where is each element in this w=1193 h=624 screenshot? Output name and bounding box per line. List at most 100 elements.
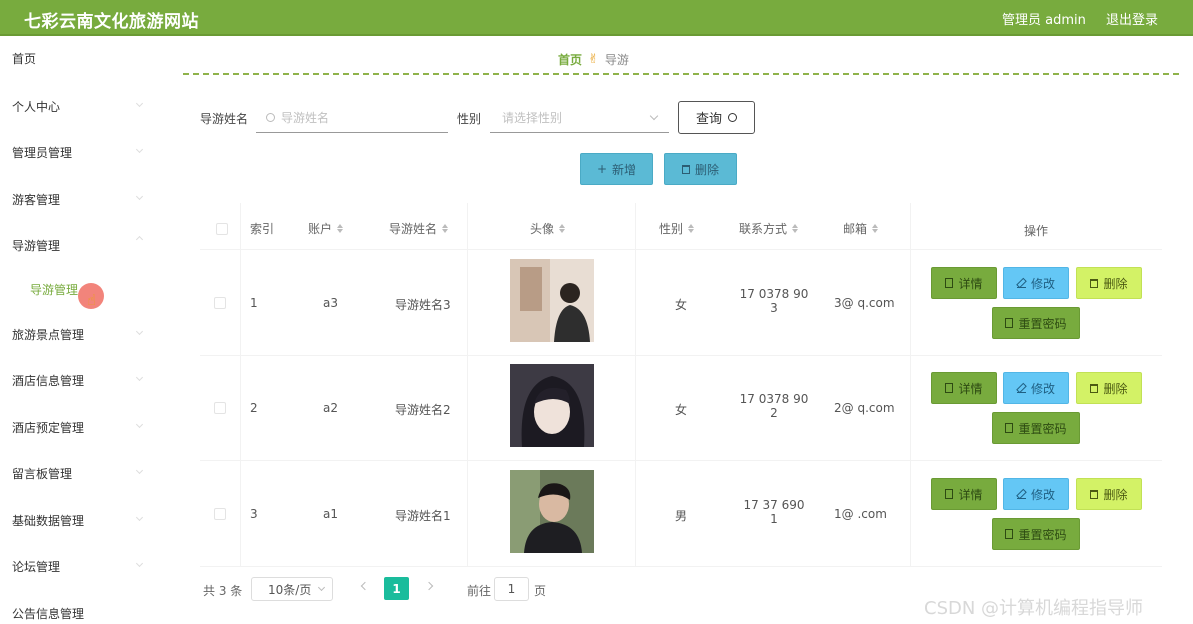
logout-link[interactable]: 退出登录 <box>1106 9 1158 28</box>
sidebar-item-notice-management[interactable]: 公告信息管理 <box>12 605 84 622</box>
chevron-down-icon <box>135 420 144 429</box>
col-account[interactable]: 账户 <box>308 220 344 237</box>
col-email[interactable]: 邮箱 <box>843 220 879 237</box>
col-gender[interactable]: 性别 <box>659 220 695 237</box>
next-page-icon[interactable] <box>424 581 434 591</box>
row-checkbox[interactable] <box>214 402 226 414</box>
sidebar-item-scenic-spot-management[interactable]: 旅游景点管理 <box>12 326 84 343</box>
reset-password-button[interactable]: 重置密码 <box>992 412 1080 444</box>
delete-button[interactable]: 删除 <box>1076 372 1142 404</box>
detail-button[interactable]: 详情 <box>931 478 997 510</box>
sidebar-item-forum-management[interactable]: 论坛管理 <box>12 558 60 575</box>
col-guide-name[interactable]: 导游姓名 <box>389 220 449 237</box>
avatar <box>510 259 594 342</box>
edit-button-label: 修改 <box>1030 487 1055 502</box>
goto-page-input[interactable] <box>494 577 529 601</box>
chevron-down-icon <box>135 99 144 108</box>
row-phone-line1: 17 0378 90 <box>739 287 809 301</box>
header-divider <box>200 249 1162 250</box>
sort-icon <box>872 224 879 233</box>
breadcrumb-home[interactable]: 首页 <box>558 51 582 68</box>
detail-button-label: 详情 <box>958 487 983 502</box>
gender-select[interactable]: 请选择性别 <box>490 103 669 133</box>
reset-password-button[interactable]: 重置密码 <box>992 307 1080 339</box>
chevron-up-icon <box>135 235 144 244</box>
page-size-select[interactable]: 10条/页 <box>251 577 333 601</box>
avatar <box>510 470 594 553</box>
reset-password-label: 重置密码 <box>1018 421 1067 436</box>
chevron-down-icon <box>135 145 144 154</box>
batch-delete-button[interactable]: 删除 <box>664 153 737 185</box>
delete-button[interactable]: 删除 <box>1076 267 1142 299</box>
detail-button[interactable]: 详情 <box>931 267 997 299</box>
col-avatar[interactable]: 头像 <box>530 220 566 237</box>
sidebar-item-admin-management[interactable]: 管理员管理 <box>12 144 72 161</box>
add-button[interactable]: + 新增 <box>580 153 653 185</box>
row-guide-name: 导游姓名1 <box>395 509 451 523</box>
row-index: 2 <box>250 401 258 415</box>
row-phone-line1: 17 0378 90 <box>739 392 809 406</box>
col-phone[interactable]: 联系方式 <box>739 220 799 237</box>
row-checkbox[interactable] <box>214 508 226 520</box>
chevron-down-icon <box>135 192 144 201</box>
col-actions-label: 操作 <box>1024 224 1049 238</box>
document-icon <box>945 489 954 499</box>
sidebar: 首页 个人中心 管理员管理 游客管理 导游管理 导游管理 旅游景点管理 酒店信息… <box>0 36 155 624</box>
trash-icon <box>1090 489 1099 499</box>
delete-button[interactable]: 删除 <box>1076 478 1142 510</box>
sidebar-item-hotel-booking-management[interactable]: 酒店预定管理 <box>12 419 84 436</box>
row-checkbox[interactable] <box>214 297 226 309</box>
sidebar-item-guide-management[interactable]: 导游管理 <box>12 237 60 254</box>
prev-page-icon[interactable] <box>360 581 370 591</box>
detail-button[interactable]: 详情 <box>931 372 997 404</box>
document-icon <box>1005 423 1014 433</box>
row-gender: 男 <box>675 509 688 523</box>
row-phone: 17 0378 90 2 <box>739 392 809 420</box>
col-avatar-label: 头像 <box>530 222 555 236</box>
reset-password-button[interactable]: 重置密码 <box>992 518 1080 550</box>
document-icon <box>945 278 954 288</box>
chevron-down-icon <box>135 373 144 382</box>
sidebar-item-message-board-management[interactable]: 留言板管理 <box>12 465 72 482</box>
sidebar-subitem-guide-management[interactable]: 导游管理 <box>30 281 78 298</box>
row-divider <box>200 355 1162 356</box>
sidebar-item-hotel-info-management[interactable]: 酒店信息管理 <box>12 372 84 389</box>
hand-cursor-icon: ☝ <box>87 291 97 309</box>
watermark: CSDN @计算机编程指导师 <box>924 598 1144 619</box>
edit-button[interactable]: 修改 <box>1003 372 1069 404</box>
hand-icon: ✌ <box>588 52 599 67</box>
delete-button-label: 删除 <box>1103 381 1128 396</box>
edit-button-label: 修改 <box>1030 381 1055 396</box>
sidebar-item-home[interactable]: 首页 <box>12 50 36 67</box>
sidebar-item-basic-data-management[interactable]: 基础数据管理 <box>12 512 84 529</box>
guide-name-input[interactable] <box>281 110 441 125</box>
edit-button[interactable]: 修改 <box>1003 267 1069 299</box>
sidebar-item-personal-center[interactable]: 个人中心 <box>12 98 60 115</box>
row-index: 3 <box>250 507 258 521</box>
guide-table: 索引 账户 导游姓名 头像 性别 联系方式 邮箱 操作 1 a3 导游姓名3 女… <box>200 203 1162 567</box>
select-all-checkbox[interactable] <box>216 223 228 235</box>
guide-name-field <box>256 103 448 133</box>
row-divider <box>200 566 1162 567</box>
query-button[interactable]: 查询 <box>678 101 755 134</box>
document-icon <box>945 383 954 393</box>
column-divider <box>635 203 636 567</box>
row-account: a3 <box>323 296 338 310</box>
reset-password-label: 重置密码 <box>1018 527 1067 542</box>
page-size-value: 10条/页 <box>268 582 312 597</box>
row-phone-line2: 2 <box>770 406 778 420</box>
sidebar-item-visitor-management[interactable]: 游客管理 <box>12 191 60 208</box>
chevron-down-icon <box>135 513 144 522</box>
breadcrumb: 首页 ✌ 导游 <box>558 51 629 68</box>
row-divider <box>200 460 1162 461</box>
batch-delete-label: 删除 <box>694 162 719 177</box>
row-gender: 女 <box>675 298 688 312</box>
current-page-button[interactable]: 1 <box>384 577 409 600</box>
search-icon <box>266 113 275 122</box>
row-account: a1 <box>323 507 338 521</box>
edit-button[interactable]: 修改 <box>1003 478 1069 510</box>
chevron-down-icon <box>649 111 659 121</box>
chevron-down-icon <box>135 327 144 336</box>
col-guide-name-label: 导游姓名 <box>389 222 438 236</box>
sort-icon <box>792 224 799 233</box>
